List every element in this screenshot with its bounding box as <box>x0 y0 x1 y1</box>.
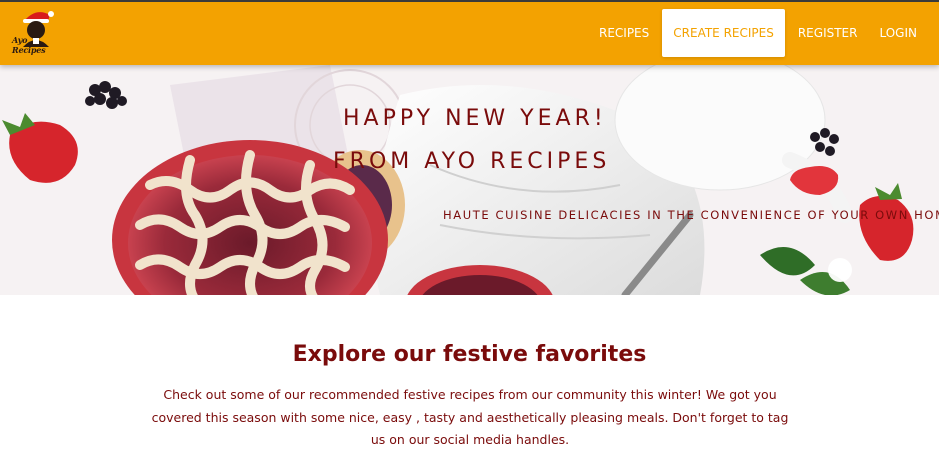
hero-title-line2: FROM AYO RECIPES <box>333 149 611 174</box>
nav-register[interactable]: REGISTER <box>787 9 869 57</box>
nav-login[interactable]: LOGIN <box>868 9 939 57</box>
navbar: Ayo Recipes RECIPES CREATE RECIPES REGIS… <box>0 0 939 65</box>
logo-text: Ayo Recipes <box>12 35 46 55</box>
hero-title-line1: HAPPY NEW YEAR! <box>343 106 607 131</box>
hero-tagline: HAUTE CUISINE DELICACIES IN THE CONVENIE… <box>443 208 939 222</box>
nav-create-recipes[interactable]: CREATE RECIPES <box>662 9 785 57</box>
section-title: Explore our festive favorites <box>292 342 647 367</box>
section-description: Check out some of our recommended festiv… <box>151 387 789 447</box>
hero-banner: HAPPY NEW YEAR! FROM AYO RECIPES HAUTE C… <box>0 65 939 295</box>
hero-food-image <box>0 65 939 295</box>
nav-recipes[interactable]: RECIPES <box>588 9 660 57</box>
nav-links: RECIPES CREATE RECIPES REGISTER LOGIN <box>588 8 939 58</box>
